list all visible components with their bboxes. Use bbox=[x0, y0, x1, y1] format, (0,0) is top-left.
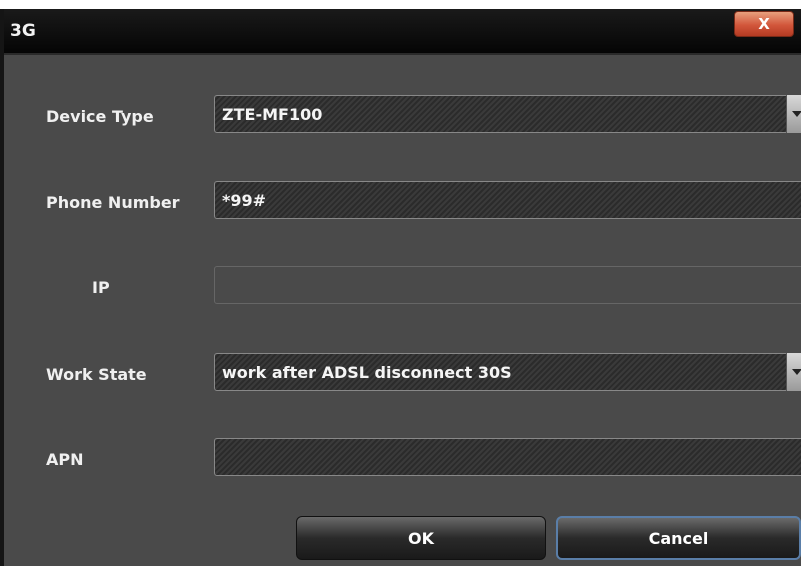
work-state-select[interactable]: work after ADSL disconnect 30S bbox=[214, 353, 801, 391]
work-state-value: work after ADSL disconnect 30S bbox=[222, 362, 512, 382]
title-bar: 3G X bbox=[4, 9, 801, 55]
chevron-down-icon[interactable] bbox=[786, 353, 801, 391]
device-type-select[interactable]: ZTE-MF100 bbox=[214, 95, 801, 133]
apn-field[interactable] bbox=[214, 438, 801, 476]
apn-label: APN bbox=[46, 450, 84, 469]
ip-field[interactable] bbox=[214, 266, 801, 304]
close-button[interactable]: X bbox=[734, 11, 794, 37]
chevron-down-icon[interactable] bbox=[786, 95, 801, 133]
device-type-value: ZTE-MF100 bbox=[222, 104, 323, 124]
device-type-label: Device Type bbox=[46, 107, 154, 126]
phone-number-field[interactable]: *99# bbox=[214, 181, 801, 219]
ok-button[interactable]: OK bbox=[296, 516, 546, 560]
window-title: 3G bbox=[10, 21, 36, 41]
close-icon: X bbox=[758, 15, 770, 33]
phone-number-label: Phone Number bbox=[46, 193, 180, 212]
ip-label: IP bbox=[92, 278, 110, 297]
phone-number-value: *99# bbox=[222, 190, 267, 210]
cancel-button[interactable]: Cancel bbox=[556, 516, 801, 560]
work-state-label: Work State bbox=[46, 365, 147, 384]
